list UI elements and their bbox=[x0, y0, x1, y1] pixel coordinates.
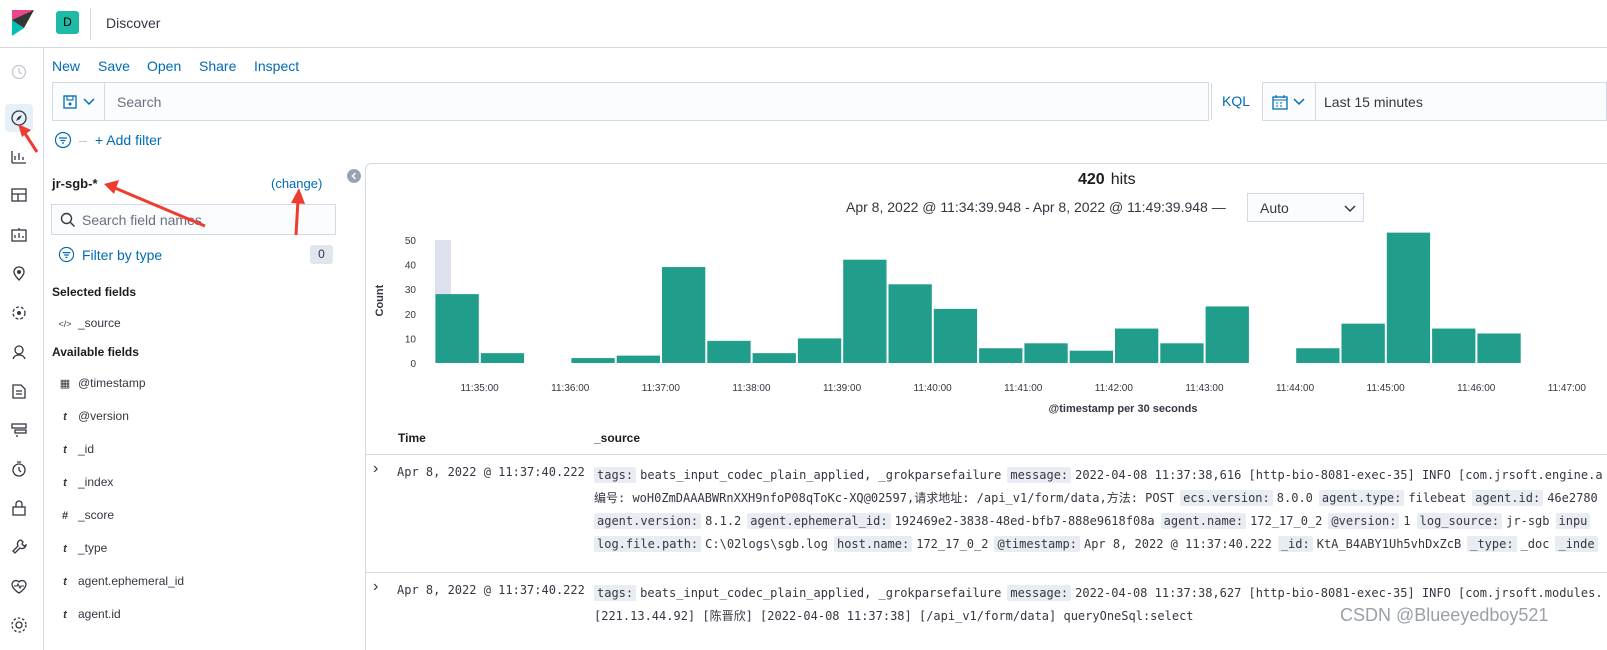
annotation-arrows bbox=[18, 124, 305, 236]
